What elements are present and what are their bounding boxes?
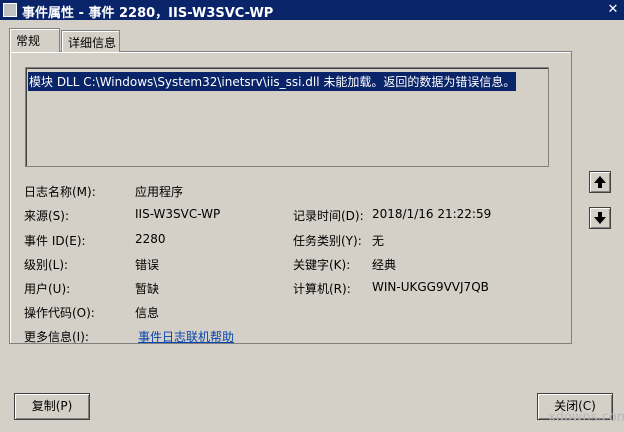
arrow-up-icon xyxy=(594,176,606,188)
next-event-button[interactable] xyxy=(589,207,611,229)
description-text[interactable]: 模块 DLL C:\Windows\System32\inetsrv\iis_s… xyxy=(28,72,517,91)
event-properties-icon xyxy=(3,3,17,17)
close-icon: ✕ xyxy=(607,2,619,17)
source-value[interactable]: IIS-W3SVC-WP xyxy=(135,207,220,221)
task-category-value[interactable]: 无 xyxy=(372,232,384,249)
computer-label: 计算机(R): xyxy=(293,282,351,296)
source-label: 来源(S): xyxy=(24,209,70,223)
event-id-value[interactable]: 2280 xyxy=(135,232,166,246)
tab-details-label: 详细信息 xyxy=(68,36,117,50)
copy-button[interactable]: 复制(P) xyxy=(14,393,90,420)
keywords-value[interactable]: 经典 xyxy=(372,256,396,273)
tab-details[interactable]: 详细信息 xyxy=(61,30,120,52)
close-window-button[interactable]: ✕ xyxy=(605,2,621,18)
logged-label: 记录时间(D): xyxy=(293,209,364,223)
task-category-label: 任务类别(Y): xyxy=(293,234,362,248)
opcode-value[interactable]: 信息 xyxy=(135,304,159,321)
watermark: xdowns.com xyxy=(548,410,624,425)
log-name-label: 日志名称(M): xyxy=(24,185,96,199)
keywords-label: 关键字(K): xyxy=(293,258,351,272)
opcode-label: 操作代码(O): xyxy=(24,306,95,320)
arrow-down-icon xyxy=(594,212,606,224)
title-bar: 事件属性 - 事件 2280，IIS-W3SVC-WP ✕ xyxy=(0,0,624,21)
user-label: 用户(U): xyxy=(24,282,71,296)
user-value[interactable]: 暂缺 xyxy=(135,280,159,297)
level-value[interactable]: 错误 xyxy=(135,256,159,273)
log-name-value[interactable]: 应用程序 xyxy=(135,183,183,200)
online-help-link[interactable]: 事件日志联机帮助 xyxy=(138,328,234,345)
more-info-label: 更多信息(I): xyxy=(24,330,89,344)
level-label: 级别(L): xyxy=(24,258,69,272)
previous-event-button[interactable] xyxy=(589,171,611,193)
window-title: 事件属性 - 事件 2280，IIS-W3SVC-WP xyxy=(22,6,274,21)
tab-general-label: 常规 xyxy=(16,34,41,48)
tab-general[interactable]: 常规 xyxy=(9,28,60,52)
description-box[interactable]: 模块 DLL C:\Windows\System32\inetsrv\iis_s… xyxy=(25,67,549,167)
logged-value[interactable]: 2018/1/16 21:22:59 xyxy=(372,207,491,221)
computer-value[interactable]: WIN-UKGG9VVJ7QB xyxy=(372,280,489,294)
event-id-label: 事件 ID(E): xyxy=(24,234,86,248)
